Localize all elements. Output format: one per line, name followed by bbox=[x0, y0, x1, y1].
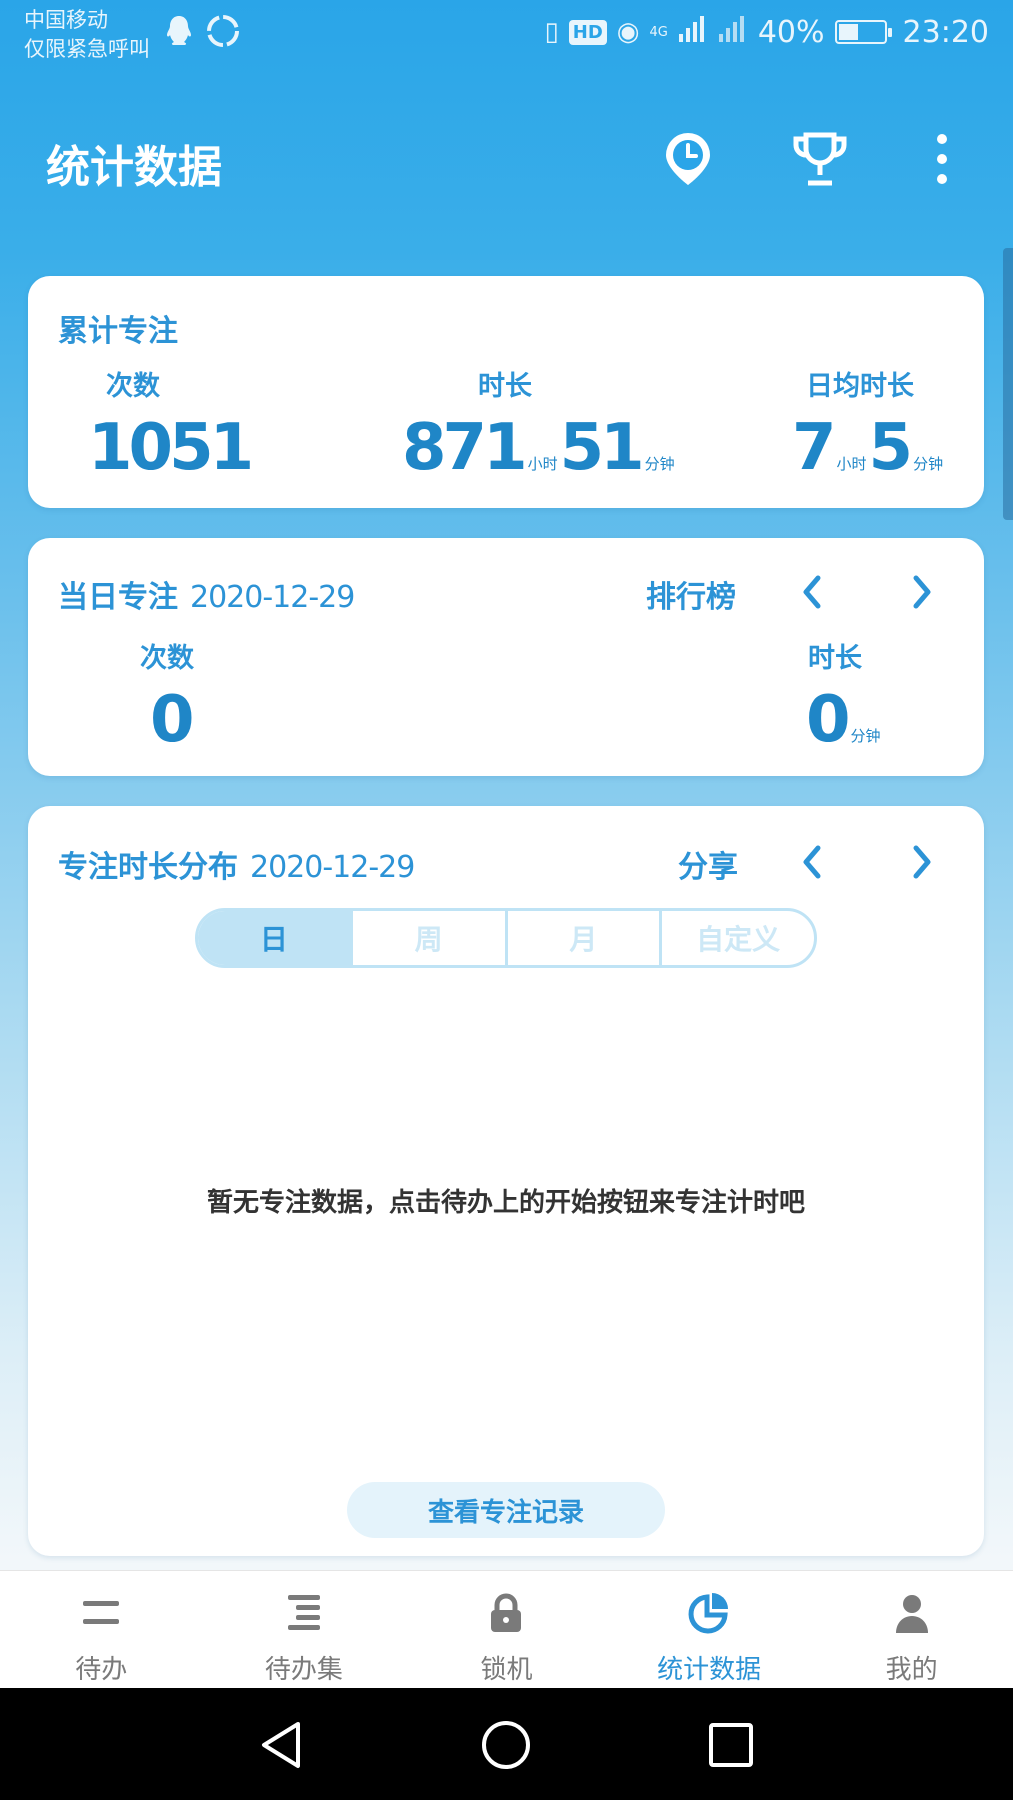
back-icon[interactable] bbox=[254, 1718, 308, 1772]
person-icon bbox=[890, 1591, 934, 1635]
chevron-right-icon[interactable] bbox=[902, 572, 942, 612]
nav-label: 待办 bbox=[75, 1655, 128, 1685]
app-bar: 统计数据 bbox=[0, 95, 1013, 225]
daily-average-value: 7 小时 5 分钟 bbox=[792, 411, 944, 485]
focus-distribution-card: 专注时长分布 2020-12-29 分享 日 周 月 自定义 暂无专注数据，点击待… bbox=[28, 806, 984, 1556]
ranking-link[interactable]: 排行榜 bbox=[646, 572, 736, 616]
list-icon bbox=[79, 1591, 123, 1635]
nav-label: 待办集 bbox=[264, 1655, 343, 1685]
chevron-left-icon[interactable] bbox=[792, 572, 832, 612]
empty-state-message: 暂无专注数据，点击待办上的开始按钮来专注计时吧 bbox=[206, 1188, 805, 1218]
battery-icon bbox=[834, 20, 892, 44]
signal-2-icon bbox=[718, 14, 748, 50]
nav-label: 锁机 bbox=[480, 1655, 533, 1685]
sync-icon bbox=[206, 14, 240, 55]
tab-day[interactable]: 日 bbox=[198, 911, 353, 965]
tab-month[interactable]: 月 bbox=[508, 911, 663, 965]
nav-item-todo[interactable]: 待办 bbox=[0, 1571, 203, 1688]
daily-focus-card: 当日专注 2020-12-29 排行榜 次数 0 时长 0 分钟 bbox=[28, 538, 984, 776]
home-icon[interactable] bbox=[479, 1718, 533, 1772]
more-vert-icon[interactable] bbox=[910, 127, 974, 191]
daily-date: 2020-12-29 bbox=[190, 580, 355, 615]
pie-chart-icon bbox=[687, 1591, 731, 1635]
tab-week[interactable]: 周 bbox=[353, 911, 508, 965]
page-title: 统计数据 bbox=[46, 142, 222, 193]
timer-location-icon[interactable] bbox=[656, 127, 720, 191]
duration-label: 时长 bbox=[478, 371, 532, 402]
clock-time: 23:20 bbox=[902, 14, 989, 50]
nav-item-todo-set[interactable]: 待办集 bbox=[203, 1571, 406, 1688]
share-link[interactable]: 分享 bbox=[678, 842, 738, 886]
lock-icon bbox=[484, 1591, 528, 1635]
duration-label: 时长 bbox=[808, 643, 862, 674]
vibrate-icon: ▯ bbox=[544, 17, 559, 47]
carrier-name: 中国移动 bbox=[24, 8, 108, 32]
eye-comfort-icon: ◉ bbox=[616, 17, 640, 47]
recents-icon[interactable] bbox=[704, 1718, 758, 1772]
daily-average-label: 日均时长 bbox=[806, 371, 914, 402]
distribution-date: 2020-12-29 bbox=[250, 850, 415, 885]
trophy-icon[interactable] bbox=[788, 127, 852, 191]
view-focus-records-button[interactable]: 查看专注记录 bbox=[347, 1482, 665, 1538]
emergency-only-text: 仅限紧急呼叫 bbox=[24, 37, 150, 61]
scroll-indicator[interactable] bbox=[1003, 248, 1013, 520]
nav-item-profile[interactable]: 我的 bbox=[810, 1571, 1013, 1688]
list-set-icon bbox=[282, 1591, 326, 1635]
battery-percent: 40% bbox=[757, 14, 825, 50]
chevron-left-icon[interactable] bbox=[792, 842, 832, 882]
cumulative-focus-card: 累计专注 次数 1051 时长 871 小时 51 分钟 日均时长 7 小时 5… bbox=[28, 276, 984, 508]
system-navigation-bar bbox=[0, 1688, 1013, 1800]
signal-icon bbox=[678, 14, 708, 50]
nav-item-lock[interactable]: 锁机 bbox=[405, 1571, 608, 1688]
status-bar: 中国移动 仅限紧急呼叫 ▯ HD ◉ 4G 40% 23:20 bbox=[0, 0, 1013, 70]
duration-value: 0 分钟 bbox=[806, 683, 881, 757]
count-value: 1051 bbox=[88, 411, 254, 485]
period-segmented-control: 日 周 月 自定义 bbox=[195, 908, 817, 968]
qq-icon bbox=[164, 14, 194, 55]
count-label: 次数 bbox=[106, 371, 160, 402]
chevron-right-icon[interactable] bbox=[902, 842, 942, 882]
card-title: 专注时长分布 2020-12-29 bbox=[58, 850, 415, 885]
duration-value: 871 小时 51 分钟 bbox=[402, 411, 675, 485]
nav-item-statistics[interactable]: 统计数据 bbox=[608, 1571, 811, 1688]
count-value: 0 bbox=[150, 683, 194, 757]
nav-label: 统计数据 bbox=[657, 1655, 762, 1685]
count-label: 次数 bbox=[140, 643, 194, 674]
hd-icon: HD bbox=[568, 19, 607, 45]
tab-custom[interactable]: 自定义 bbox=[662, 911, 814, 965]
card-title: 当日专注 2020-12-29 bbox=[58, 580, 355, 615]
nav-label: 我的 bbox=[885, 1655, 938, 1685]
card-title: 累计专注 bbox=[58, 314, 178, 349]
network-type: 4G bbox=[649, 24, 668, 40]
bottom-nav: 待办 待办集 锁机 统计数据 我的 bbox=[0, 1570, 1013, 1688]
carrier-info: 中国移动 仅限紧急呼叫 bbox=[24, 6, 150, 64]
